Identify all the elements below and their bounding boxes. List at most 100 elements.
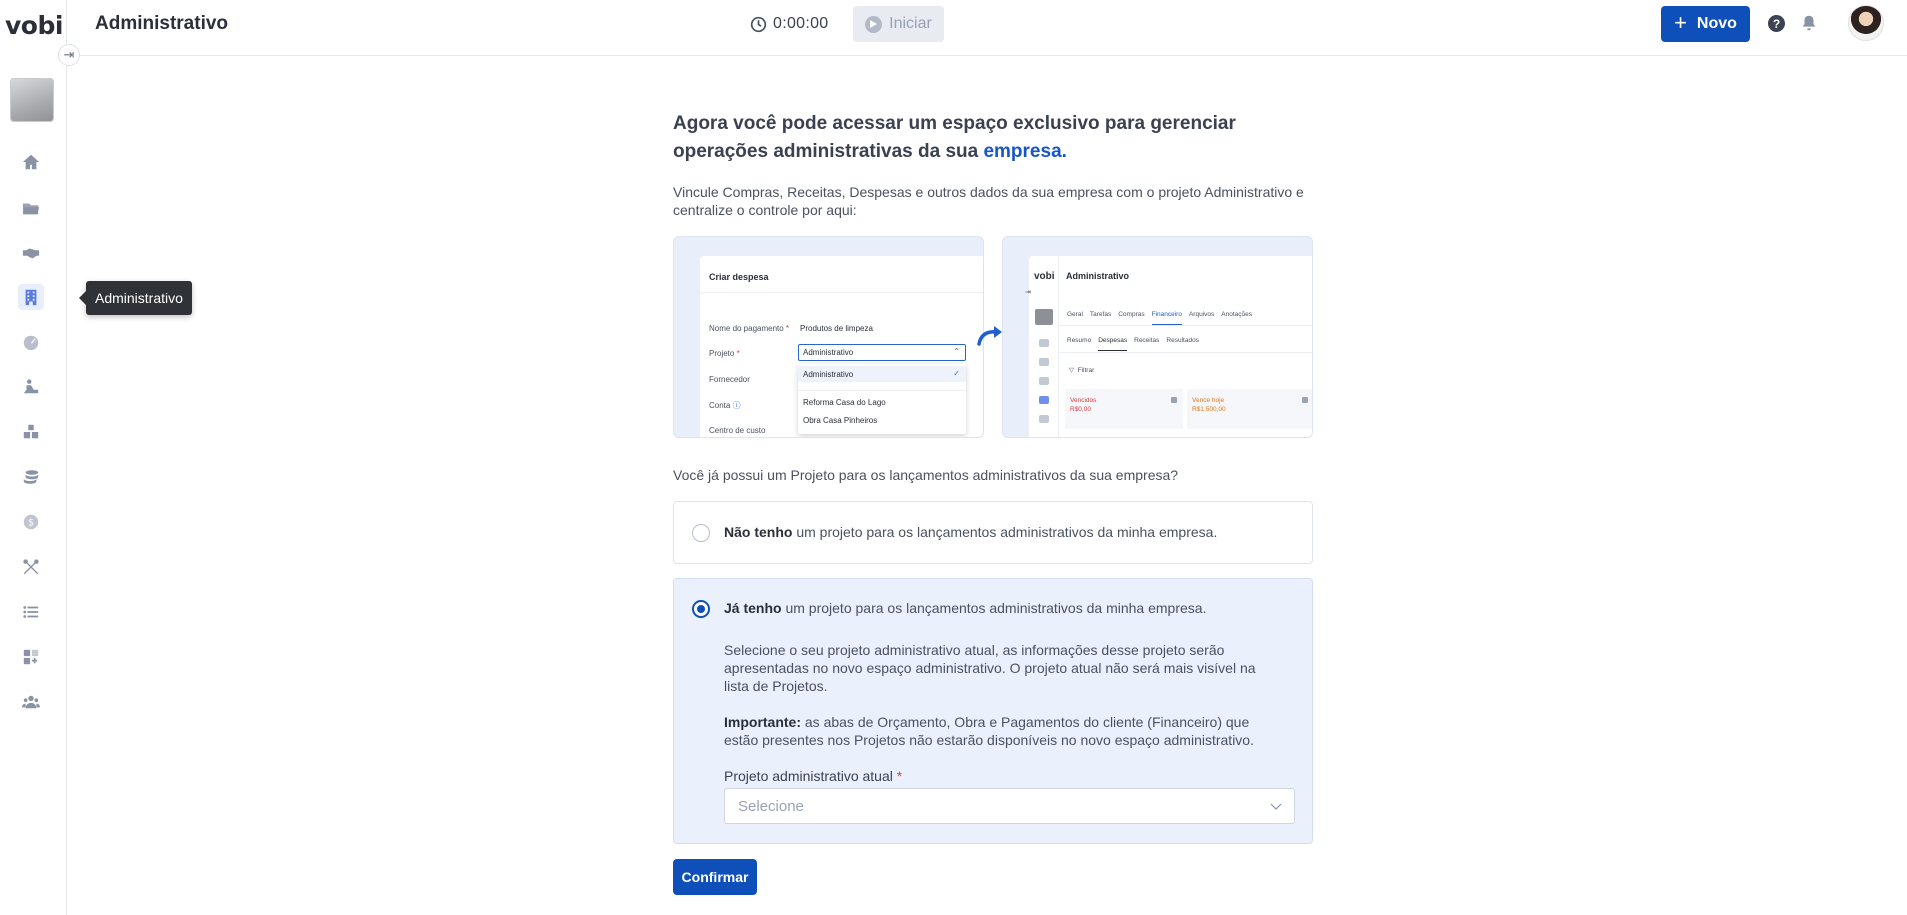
divider [798, 390, 966, 391]
user-avatar[interactable] [1848, 5, 1884, 41]
option-yes-description: Selecione o seu projeto administrativo a… [724, 642, 1256, 694]
start-timer-label: Iniciar [889, 15, 932, 32]
apps-add-icon[interactable] [18, 644, 44, 670]
app-subtab: Despesas [1098, 337, 1128, 351]
folder-icon[interactable] [18, 195, 44, 221]
app-tab: Tarefas [1089, 311, 1112, 318]
app-tab: Anotações [1221, 311, 1252, 318]
app-expand-icon: ⇥ [1025, 289, 1031, 296]
form-card: Criar despesa Nome do pagamento * Produt… [700, 256, 983, 437]
app-summary-card: Vence hoje R$1.500,00 [1187, 389, 1312, 429]
card-icon [1302, 397, 1308, 403]
sidebar: vobi $ [0, 0, 67, 915]
illustration: Criar despesa Nome do pagamento * Produt… [673, 236, 1313, 438]
filter-icon: ▽ [1069, 367, 1074, 374]
handshake-icon[interactable] [18, 240, 44, 266]
confirm-button[interactable]: Confirmar [673, 859, 757, 895]
headline-accent: empresa. [983, 141, 1067, 162]
page-title: Administrativo [95, 13, 229, 34]
new-button-label: Novo [1696, 15, 1737, 32]
info-icon: ⓘ [732, 401, 741, 410]
top-bar: Administrativo 0:00:00 Iniciar + Novo ? [67, 0, 1907, 56]
new-button[interactable]: + Novo [1661, 6, 1750, 42]
timer-value: 0:00:00 [773, 15, 829, 32]
headline-text: Agora você pode acessar um espaço exclus… [673, 113, 1236, 162]
app-title: Administrativo [1066, 271, 1130, 281]
admin-app-preview: vobi ⇥ Administrativo Geral Tarefas Comp… [1002, 236, 1313, 438]
app-tab: Arquivos [1188, 311, 1215, 318]
project-field-label: Projeto administrativo atual * [724, 768, 903, 784]
headline: Agora você pode acessar um espaço exclus… [673, 110, 1313, 166]
option-has-project[interactable]: Já tenho um projeto para os lançamentos … [673, 578, 1313, 844]
arrow-right-icon [977, 326, 1002, 346]
option-no-project[interactable]: Não tenho um projeto para os lançamentos… [673, 501, 1313, 564]
timer: 0:00:00 [750, 6, 828, 42]
list-icon[interactable] [18, 599, 44, 625]
building-icon[interactable] [18, 284, 44, 310]
main-content: Agora você pode acessar um espaço exclus… [673, 110, 1313, 895]
form-label: Projeto * [709, 349, 740, 358]
option-no-label: Não tenho um projeto para os lançamentos… [724, 524, 1218, 540]
app-gauge-icon [1039, 415, 1049, 423]
help-icon[interactable]: ? [1768, 15, 1785, 32]
team-icon[interactable] [18, 689, 44, 715]
project-select-field[interactable]: Selecione [724, 788, 1295, 824]
app-home-icon [1039, 339, 1049, 347]
app-tab: Geral [1067, 311, 1083, 318]
sidebar-tooltip: Administrativo [79, 281, 192, 315]
divider [1059, 352, 1312, 353]
start-timer-button[interactable]: Iniciar [853, 6, 944, 42]
form-label: Conta ⓘ [709, 401, 741, 410]
company-logo-thumbnail[interactable] [10, 78, 54, 122]
divider [700, 292, 983, 293]
app-logo: vobi [1034, 271, 1055, 282]
card-icon [1171, 397, 1177, 403]
app-subtab: Resultados [1166, 337, 1199, 344]
dropdown-option: Reforma Casa do Lago [803, 398, 886, 407]
form-value: Produtos de limpeza [800, 324, 873, 333]
dollar-icon[interactable]: $ [18, 509, 44, 535]
bell-icon[interactable] [1800, 14, 1818, 32]
tools-icon[interactable] [18, 554, 44, 580]
gauge-icon[interactable] [18, 329, 44, 355]
boxes-icon[interactable] [18, 419, 44, 445]
select-placeholder: Selecione [738, 798, 804, 815]
project-dropdown: Administrativo ✓ Reforma Casa do Lago Obr… [798, 364, 966, 434]
coins-icon[interactable] [18, 464, 44, 490]
expand-sidebar-icon[interactable]: ⇥ [58, 44, 80, 66]
app-tab: Financeiro [1151, 311, 1182, 325]
app-subtabs: Resumo Despesas Receitas Resultados [1067, 337, 1199, 351]
radio-no-project[interactable] [692, 524, 710, 542]
home-icon[interactable] [18, 149, 44, 175]
vobi-logo[interactable]: vobi [5, 11, 63, 40]
clock-icon [750, 16, 767, 32]
plus-icon: + [1674, 10, 1687, 35]
app-building-icon [1039, 396, 1049, 404]
question-text: Você já possui um Projeto para os lançam… [673, 467, 1179, 483]
app-folder-icon [1039, 358, 1049, 366]
app-handshake-icon [1039, 377, 1049, 385]
app-subtab: Receitas [1134, 337, 1160, 344]
app-sidebar: vobi [1029, 256, 1059, 437]
chevron-up-icon: ⌃ [953, 347, 960, 356]
chevron-down-icon [1270, 803, 1282, 810]
project-select: Administrativo ⌃ [798, 344, 966, 361]
form-title: Criar despesa [709, 272, 769, 282]
option-yes-label: Já tenho um projeto para os lançamentos … [724, 600, 1207, 616]
worker-icon[interactable] [18, 374, 44, 400]
radio-has-project[interactable] [692, 600, 710, 618]
app-company-thumb [1035, 309, 1053, 325]
play-icon [865, 15, 883, 33]
app-tab: Compras [1118, 311, 1145, 318]
dropdown-option: Obra Casa Pinheiros [803, 416, 878, 425]
svg-text:$: $ [28, 518, 34, 529]
app-subtab: Resumo [1067, 337, 1092, 344]
dropdown-option: Administrativo ✓ [798, 366, 966, 382]
lead-text: Vincule Compras, Receitas, Despesas e ou… [673, 184, 1304, 218]
form-label: Centro de custo [709, 426, 766, 435]
app-tabs: Geral Tarefas Compras Financeiro Arquivo… [1067, 311, 1252, 325]
app-screenshot: vobi ⇥ Administrativo Geral Tarefas Comp… [1025, 256, 1312, 437]
important-note: Importante: as abas de Orçamento, Obra e… [724, 714, 1254, 748]
expense-form-preview: Criar despesa Nome do pagamento * Produt… [673, 236, 984, 438]
app-summary-card: Vencidos R$0,00 [1065, 389, 1183, 429]
